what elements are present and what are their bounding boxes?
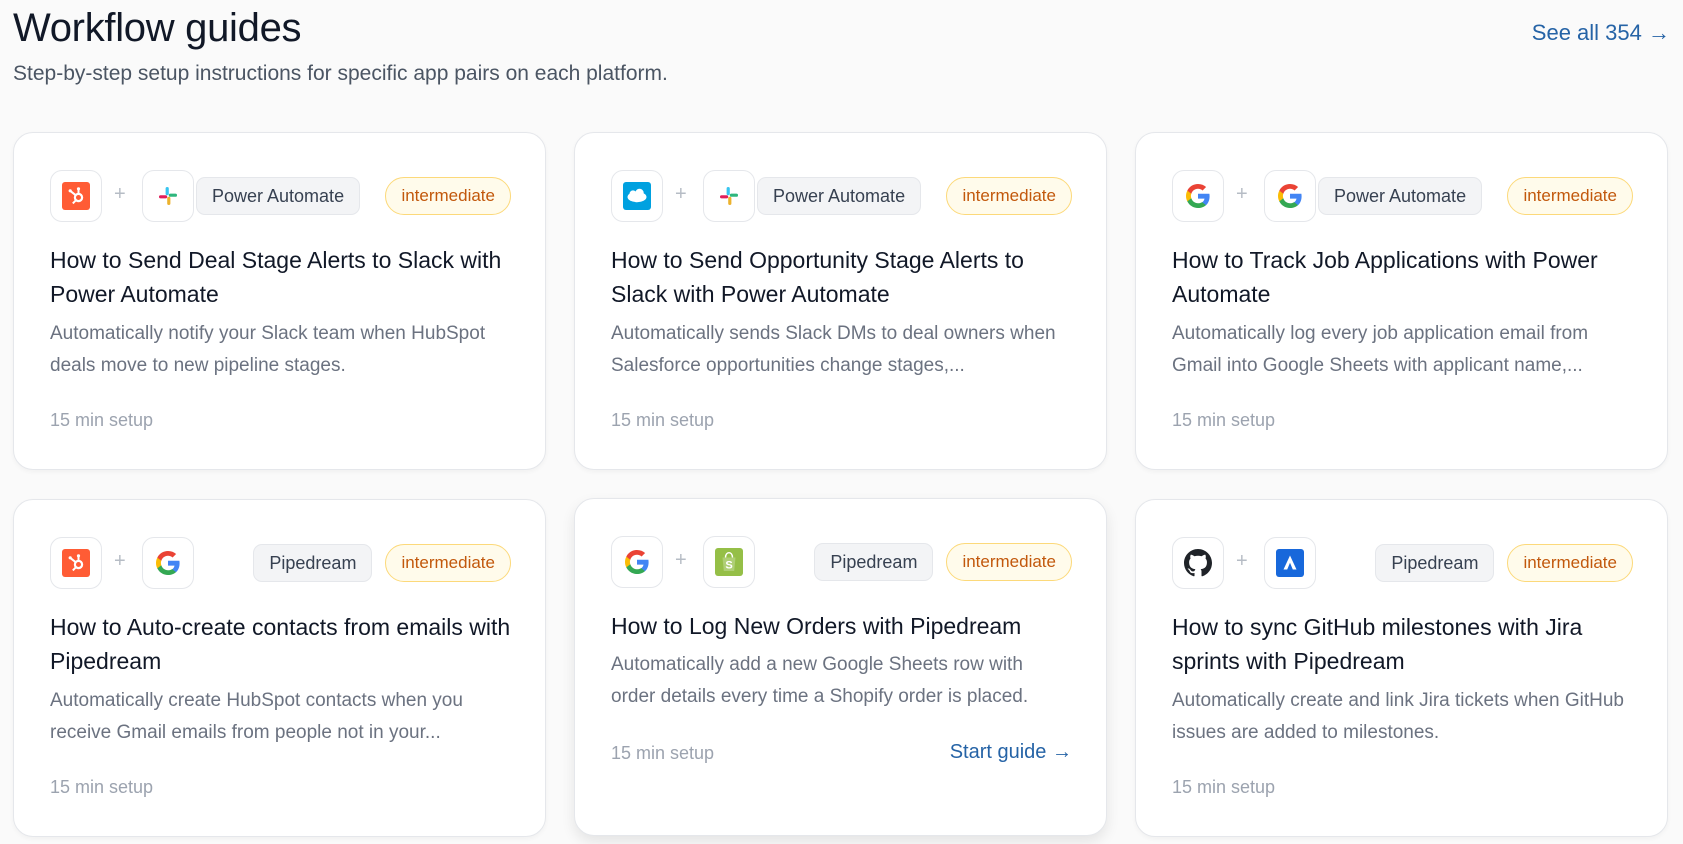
platform-badge: Pipedream xyxy=(814,543,934,581)
plus-icon: + xyxy=(675,183,687,205)
card-description: Automatically notify your Slack team whe… xyxy=(50,323,486,376)
level-badge: intermediate xyxy=(946,543,1072,581)
github-icon xyxy=(1172,537,1224,589)
google-icon xyxy=(1264,170,1316,222)
guide-card[interactable]: + Power Automate intermediate How to Tra… xyxy=(1135,132,1668,470)
platform-badge: Power Automate xyxy=(1318,177,1483,215)
workflow-guides-page: Workflow guides Step-by-step setup instr… xyxy=(0,0,1683,844)
setup-time: 15 min setup xyxy=(611,743,715,763)
card-top-row: + Power Automate intermediate xyxy=(1172,170,1633,224)
page-title: Workflow guides xyxy=(13,6,302,50)
guide-card[interactable]: + S Pipedream intermediate How to Log Ne… xyxy=(574,498,1107,836)
card-top-row: + Power Automate intermediate xyxy=(611,170,1072,224)
card-badges: Power Automate intermediate xyxy=(757,177,1072,215)
level-badge: intermediate xyxy=(1507,544,1633,582)
card-badges: Pipedream intermediate xyxy=(1375,544,1633,582)
slack-icon xyxy=(142,170,194,222)
card-description: Automatically create and link Jira ticke… xyxy=(1172,690,1624,743)
card-description: Automatically log every job application … xyxy=(1172,323,1589,376)
page-subtitle: Step-by-step setup instructions for spec… xyxy=(13,62,668,85)
level-badge: intermediate xyxy=(385,544,511,582)
card-title: How to Auto-create contacts from emails … xyxy=(50,614,511,674)
guides-grid: + Power Automate intermediate How to Sen… xyxy=(13,132,1669,837)
section-header: Workflow guides Step-by-step setup instr… xyxy=(13,0,1670,100)
card-top-row: + Power Automate intermediate xyxy=(50,170,511,224)
card-description: Automatically create HubSpot contacts wh… xyxy=(50,690,463,743)
plus-icon: + xyxy=(1236,550,1248,572)
card-title: How to Log New Orders with Pipedream xyxy=(611,613,1022,639)
setup-time: 15 min setup xyxy=(50,777,154,797)
setup-time: 15 min setup xyxy=(611,410,715,430)
salesforce-icon xyxy=(611,170,663,222)
platform-badge: Pipedream xyxy=(253,544,373,582)
card-badges: Pipedream intermediate xyxy=(814,543,1072,581)
hubspot-icon xyxy=(50,537,102,589)
card-top-row: + S Pipedream intermediate xyxy=(611,536,1072,590)
platform-badge: Pipedream xyxy=(1375,544,1495,582)
card-top-row: + Pipedream intermediate xyxy=(1172,537,1633,591)
guide-card[interactable]: + Power Automate intermediate How to Sen… xyxy=(574,132,1107,470)
svg-text:S: S xyxy=(725,560,732,572)
platform-badge: Power Automate xyxy=(196,177,361,215)
card-title: How to Track Job Applications with Power… xyxy=(1172,247,1598,307)
shopify-icon: S xyxy=(703,536,755,588)
setup-time: 15 min setup xyxy=(50,410,154,430)
guide-card[interactable]: + Power Automate intermediate How to Sen… xyxy=(13,132,546,470)
google-icon xyxy=(1172,170,1224,222)
setup-time: 15 min setup xyxy=(1172,410,1276,430)
card-top-row: + Pipedream intermediate xyxy=(50,537,511,591)
google-icon xyxy=(611,536,663,588)
jira-icon xyxy=(1264,537,1316,589)
start-guide-link[interactable]: Start guide → xyxy=(950,741,1072,764)
plus-icon: + xyxy=(114,183,126,205)
plus-icon: + xyxy=(675,549,687,571)
plus-icon: + xyxy=(114,550,126,572)
card-badges: Power Automate intermediate xyxy=(1318,177,1633,215)
card-title: How to Send Opportunity Stage Alerts to … xyxy=(611,247,1024,307)
platform-badge: Power Automate xyxy=(757,177,922,215)
level-badge: intermediate xyxy=(946,177,1072,215)
level-badge: intermediate xyxy=(1507,177,1633,215)
guide-card[interactable]: + Pipedream intermediate How to Auto-cre… xyxy=(13,499,546,837)
card-title: How to Send Deal Stage Alerts to Slack w… xyxy=(50,247,502,307)
card-description: Automatically add a new Google Sheets ro… xyxy=(611,654,1029,707)
google-icon xyxy=(142,537,194,589)
level-badge: intermediate xyxy=(385,177,511,215)
hubspot-icon xyxy=(50,170,102,222)
card-badges: Power Automate intermediate xyxy=(196,177,511,215)
card-title: How to sync GitHub milestones with Jira … xyxy=(1172,614,1583,674)
card-badges: Pipedream intermediate xyxy=(253,544,511,582)
setup-time: 15 min setup xyxy=(1172,777,1276,797)
card-description: Automatically sends Slack DMs to deal ow… xyxy=(611,323,1056,376)
see-all-link[interactable]: See all 354 → xyxy=(1532,20,1670,46)
slack-icon xyxy=(703,170,755,222)
guide-card[interactable]: + Pipedream intermediate How to sync Git… xyxy=(1135,499,1668,837)
plus-icon: + xyxy=(1236,183,1248,205)
